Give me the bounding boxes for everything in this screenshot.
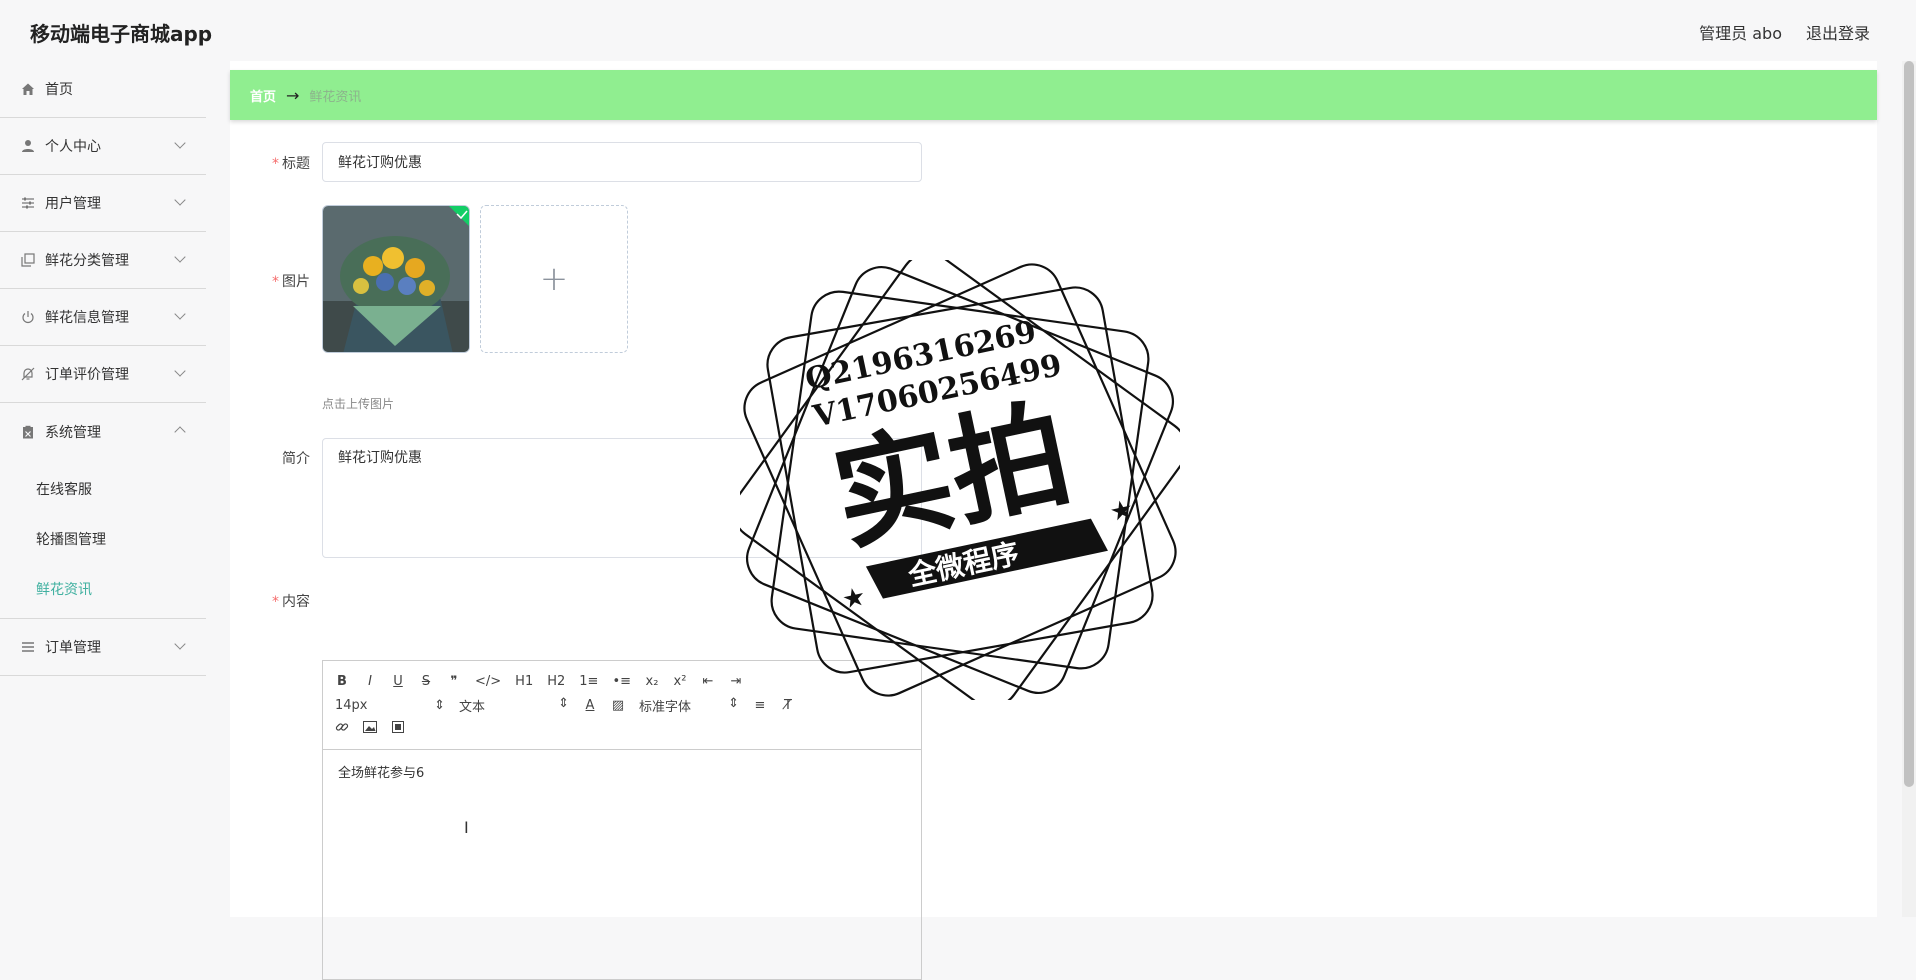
chevron-up-icon — [174, 426, 186, 438]
align-icon[interactable]: ≡ — [753, 698, 767, 713]
bullet-list-button[interactable]: •≡ — [612, 674, 631, 689]
underline-button[interactable]: U — [391, 674, 405, 689]
font-family-select[interactable]: 标准字体 ⇕ — [639, 696, 739, 715]
font-size-select[interactable]: 14px ⇕ — [335, 698, 445, 713]
video-icon[interactable] — [391, 721, 405, 737]
logout-button[interactable]: 退出登录 — [1806, 20, 1870, 44]
uploaded-flower-image[interactable] — [322, 205, 470, 353]
copy-icon — [20, 252, 36, 268]
indent-button[interactable]: ⇥ — [729, 674, 743, 689]
power-icon — [20, 309, 36, 325]
chevron-down-icon — [174, 137, 186, 149]
header-select[interactable]: 文本 ⇕ — [459, 696, 569, 715]
toolbar-row-selects: 14px ⇕ 文本 ⇕ A ▨ 标准字体 ⇕ ≡ T̸ — [335, 693, 909, 717]
editor-toolbar: B I U S ❞ </> H1 H2 1≡ •≡ x₂ x² ⇤ ⇥ 14px… — [323, 661, 921, 750]
sidebar-item-user-management[interactable]: 用户管理 — [0, 175, 206, 232]
chevron-down-icon — [174, 251, 186, 263]
image-label: * 图片 — [272, 274, 310, 290]
content-label: * 内容 — [272, 594, 310, 610]
bell-off-icon — [20, 366, 36, 382]
toolbar-row-formatting: B I U S ❞ </> H1 H2 1≡ •≡ x₂ x² ⇤ ⇥ — [335, 669, 909, 693]
clipboard-icon — [20, 424, 36, 440]
page-scrollbar[interactable] — [1902, 61, 1916, 917]
outdent-button[interactable]: ⇤ — [701, 674, 715, 689]
app-title: 移动端电子商城app — [30, 22, 213, 46]
sidebar-item-label: 首页 — [45, 82, 73, 98]
editor-content[interactable]: 全场鲜花参与6 — [323, 750, 921, 793]
top-bar: 移动端电子商城app 管理员 abo 退出登录 — [0, 0, 1916, 61]
user-icon — [20, 138, 36, 154]
sliders-icon — [20, 195, 36, 211]
admin-user-label: 管理员 abo — [1699, 24, 1782, 43]
intro-row: 简介 鲜花订购优惠 — [230, 438, 1030, 558]
subscript-button[interactable]: x₂ — [645, 674, 659, 689]
sidebar-item-label: 鲜花分类管理 — [45, 253, 129, 269]
rich-text-editor: B I U S ❞ </> H1 H2 1≡ •≡ x₂ x² ⇤ ⇥ 14px… — [322, 660, 922, 980]
toolbar-row-media — [335, 717, 909, 741]
sidebar-item-label: 鲜花信息管理 — [45, 310, 129, 326]
title-label: * 标题 — [272, 156, 310, 172]
sidebar: 首页 个人中心 用户管理 鲜花分类管理 鲜花信息管理 订单评价管理 系统管理 在… — [0, 61, 206, 917]
plus-icon: + — [539, 259, 569, 299]
sidebar-item-order-management[interactable]: 订单管理 — [0, 619, 206, 676]
title-row: * 标题 — [230, 142, 1030, 182]
strike-button[interactable]: S — [419, 674, 433, 689]
submenu-item-flower-news[interactable]: 鲜花资讯 — [0, 564, 206, 614]
header2-button[interactable]: H2 — [547, 674, 565, 689]
sidebar-item-flower-category[interactable]: 鲜花分类管理 — [0, 232, 206, 289]
image-row: * 图片 + 点击上传图片 — [230, 205, 1030, 415]
image-icon[interactable] — [363, 721, 377, 737]
link-icon[interactable] — [335, 720, 349, 738]
list-icon — [20, 639, 36, 655]
sidebar-item-personal-center[interactable]: 个人中心 — [0, 118, 206, 175]
system-submenu: 在线客服 轮播图管理 鲜花资讯 — [0, 460, 206, 619]
breadcrumb-home-link[interactable]: 首页 — [250, 86, 276, 105]
sidebar-item-label: 个人中心 — [45, 139, 101, 155]
sidebar-item-order-review[interactable]: 订单评价管理 — [0, 346, 206, 403]
home-icon — [20, 81, 36, 97]
sidebar-item-label: 用户管理 — [45, 196, 101, 212]
breadcrumb-arrow: → — [286, 85, 300, 105]
bold-button[interactable]: B — [335, 674, 349, 689]
font-color-icon[interactable]: A — [583, 698, 597, 713]
italic-button[interactable]: I — [363, 674, 377, 689]
user-area: 管理员 abo 退出登录 — [1699, 20, 1870, 44]
superscript-button[interactable]: x² — [673, 674, 687, 689]
sidebar-item-home[interactable]: 首页 — [0, 61, 206, 118]
breadcrumb: 首页 → 鲜花资讯 — [230, 70, 1877, 120]
sidebar-item-system-management[interactable]: 系统管理 — [0, 403, 206, 460]
intro-label: 简介 — [282, 451, 310, 467]
submenu-item-carousel-management[interactable]: 轮播图管理 — [0, 514, 206, 564]
code-block-button[interactable]: </> — [475, 674, 501, 689]
header1-button[interactable]: H1 — [515, 674, 533, 689]
background-color-icon[interactable]: ▨ — [611, 698, 625, 713]
scrollbar-thumb[interactable] — [1904, 61, 1914, 787]
submenu-item-online-service[interactable]: 在线客服 — [0, 464, 206, 514]
blockquote-button[interactable]: ❞ — [447, 674, 461, 689]
sidebar-item-label: 订单管理 — [45, 640, 101, 656]
chevron-down-icon — [174, 638, 186, 650]
text-cursor-icon: I — [464, 818, 469, 837]
content-row: *内容 B I U S ❞ </> H1 H2 1≡ •≡ x₂ x² ⇤ ⇥ — [230, 591, 1030, 980]
chevron-down-icon — [174, 308, 186, 320]
sidebar-item-label: 系统管理 — [45, 424, 101, 441]
intro-textarea[interactable]: 鲜花订购优惠 — [322, 438, 922, 558]
breadcrumb-current: 鲜花资讯 — [309, 89, 362, 105]
sidebar-item-flower-info[interactable]: 鲜花信息管理 — [0, 289, 206, 346]
title-input[interactable] — [322, 142, 922, 182]
sidebar-item-label: 订单评价管理 — [45, 367, 129, 383]
chevron-down-icon — [174, 194, 186, 206]
ordered-list-button[interactable]: 1≡ — [579, 674, 598, 689]
chevron-down-icon — [174, 365, 186, 377]
main-content: 首页 → 鲜花资讯 *标题 *图片 — [230, 61, 1877, 980]
clean-format-icon[interactable]: T̸ — [781, 698, 795, 713]
upload-image-button[interactable]: + — [480, 205, 628, 353]
upload-tip: 点击上传图片 — [322, 397, 395, 411]
